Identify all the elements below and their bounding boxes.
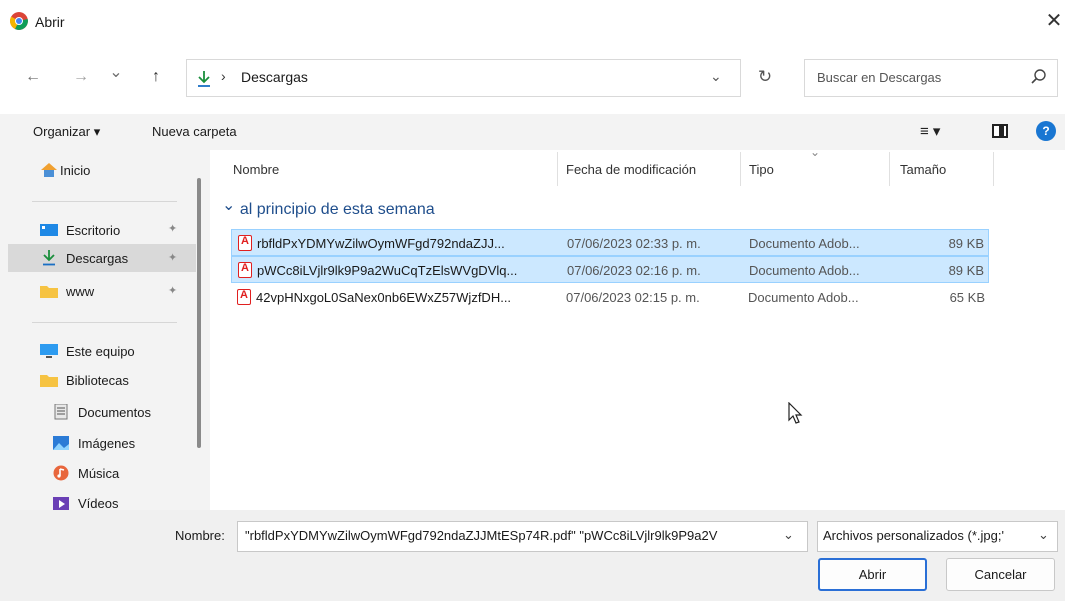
sidebar-item-bibliotecas[interactable]: Bibliotecas	[40, 366, 190, 394]
mouse-pointer-icon	[788, 402, 803, 424]
file-row[interactable]: 42vpHNxgoL0SaNex0nb6EWxZ57WjzfDH... 07/0…	[231, 284, 989, 311]
open-button[interactable]: Abrir	[818, 558, 927, 591]
pin-icon[interactable]: ✦	[168, 284, 177, 297]
sidebar-divider	[32, 201, 177, 202]
file-type: Documento Adob...	[749, 236, 860, 251]
column-divider[interactable]	[993, 152, 994, 186]
recent-locations-icon[interactable]: ⌄	[103, 60, 129, 86]
column-header-date[interactable]: Fecha de modificación	[566, 162, 696, 177]
column-divider[interactable]	[889, 152, 890, 186]
pdf-file-icon	[238, 235, 252, 251]
file-name: pWCc8iLVjlr9lk9P9a2WuCqTzElsWVgDVlq...	[257, 263, 518, 278]
file-name-label: Nombre:	[175, 528, 225, 543]
breadcrumb-separator: ›	[221, 68, 226, 84]
sidebar-item-imagenes[interactable]: Imágenes	[52, 429, 192, 457]
sidebar-item-label: Este equipo	[66, 343, 135, 359]
sidebar-divider	[32, 322, 177, 323]
preview-pane-icon[interactable]	[992, 124, 1008, 138]
pdf-file-icon	[238, 262, 252, 278]
file-row[interactable]: rbfldPxYDMYwZilwOymWFgd792ndaZJJ... 07/0…	[231, 229, 989, 256]
view-options-icon[interactable]: ≡ ▾	[920, 122, 940, 140]
chevron-down-icon: ⌄	[222, 197, 236, 214]
sidebar-scrollbar[interactable]	[197, 178, 201, 448]
file-date: 07/06/2023 02:16 p. m.	[567, 263, 701, 278]
file-date: 07/06/2023 02:33 p. m.	[567, 236, 701, 251]
back-arrow-icon[interactable]: ←	[20, 64, 46, 90]
breadcrumb[interactable]: Descargas	[241, 69, 308, 85]
file-size: 89 KB	[948, 236, 984, 251]
up-arrow-icon[interactable]: ↑	[143, 64, 169, 90]
group-label: al principio de esta semana	[239, 201, 435, 218]
videos-icon	[53, 497, 69, 510]
cancel-button[interactable]: Cancelar	[946, 558, 1055, 591]
file-name: rbfldPxYDMYwZilwOymWFgd792ndaZJJ...	[257, 236, 505, 251]
sidebar-item-label: Vídeos	[78, 496, 119, 510]
download-icon	[43, 250, 55, 266]
chevron-down-icon[interactable]: ⌄	[710, 68, 722, 85]
home-icon	[41, 163, 57, 177]
search-placeholder: Buscar en Descargas	[817, 70, 942, 85]
column-header-type[interactable]: Tipo	[749, 162, 774, 177]
close-icon[interactable]: ✕	[1043, 8, 1065, 34]
chevron-down-icon[interactable]: ⌄	[783, 527, 794, 543]
file-size: 89 KB	[948, 263, 984, 278]
file-type: Documento Adob...	[749, 263, 860, 278]
pdf-file-icon	[237, 289, 251, 305]
forward-arrow-icon[interactable]: →	[68, 64, 94, 90]
group-header[interactable]: ⌄ al principio de esta semana	[222, 197, 435, 219]
sidebar-item-videos[interactable]: Vídeos	[52, 490, 192, 510]
file-type: Documento Adob...	[748, 290, 859, 305]
title-bar	[0, 0, 1065, 46]
pin-icon[interactable]: ✦	[168, 222, 177, 235]
column-header-name[interactable]: Nombre	[233, 162, 279, 177]
file-size: 65 KB	[949, 290, 985, 305]
pin-icon[interactable]: ✦	[168, 251, 177, 264]
sort-chevron-icon: ⌄	[810, 145, 821, 159]
download-icon	[198, 71, 210, 87]
sidebar-item-musica[interactable]: Música	[52, 459, 192, 487]
column-divider[interactable]	[740, 152, 741, 186]
sidebar-item-label: Documentos	[78, 404, 151, 420]
libraries-icon	[40, 375, 58, 387]
refresh-icon[interactable]: ↻	[752, 64, 778, 90]
music-icon	[53, 465, 69, 481]
search-icon[interactable]	[1030, 68, 1048, 86]
new-folder-button[interactable]: Nueva carpeta	[152, 124, 237, 139]
computer-icon	[40, 344, 58, 358]
sidebar-item-documentos[interactable]: Documentos	[52, 398, 192, 426]
folder-icon	[40, 286, 58, 298]
sidebar-item-label: Inicio	[60, 162, 91, 178]
file-name-value: "rbfldPxYDMYwZilwOymWFgd792ndaZJJMtESp74…	[245, 528, 718, 543]
file-date: 07/06/2023 02:15 p. m.	[566, 290, 700, 305]
desktop-icon	[40, 224, 58, 236]
file-row[interactable]: pWCc8iLVjlr9lk9P9a2WuCqTzElsWVgDVlq... 0…	[231, 256, 989, 283]
chevron-down-icon[interactable]: ⌄	[1038, 527, 1049, 543]
sidebar-item-label: www	[66, 283, 95, 299]
sidebar-item-inicio[interactable]: Inicio	[40, 156, 190, 184]
window-title: Abrir	[35, 14, 65, 30]
sidebar-item-label: Música	[78, 465, 120, 481]
sidebar-item-label: Escritorio	[66, 222, 121, 238]
sidebar-item-este-equipo[interactable]: Este equipo	[40, 337, 190, 365]
documents-icon	[54, 404, 68, 420]
chrome-app-icon	[10, 12, 28, 30]
column-header-size[interactable]: Tamaño	[900, 162, 946, 177]
file-type-value: Archivos personalizados (*.jpg;'	[823, 528, 1004, 543]
sidebar-item-label: Descargas	[66, 250, 129, 266]
file-name: 42vpHNxgoL0SaNex0nb6EWxZ57WjzfDH...	[256, 290, 512, 305]
help-icon[interactable]: ?	[1036, 121, 1056, 141]
sidebar-item-label: Imágenes	[78, 435, 136, 451]
column-divider[interactable]	[557, 152, 558, 186]
sidebar-item-label: Bibliotecas	[66, 372, 129, 388]
organize-button[interactable]: Organizar ▾	[33, 124, 100, 140]
pictures-icon	[53, 436, 69, 450]
